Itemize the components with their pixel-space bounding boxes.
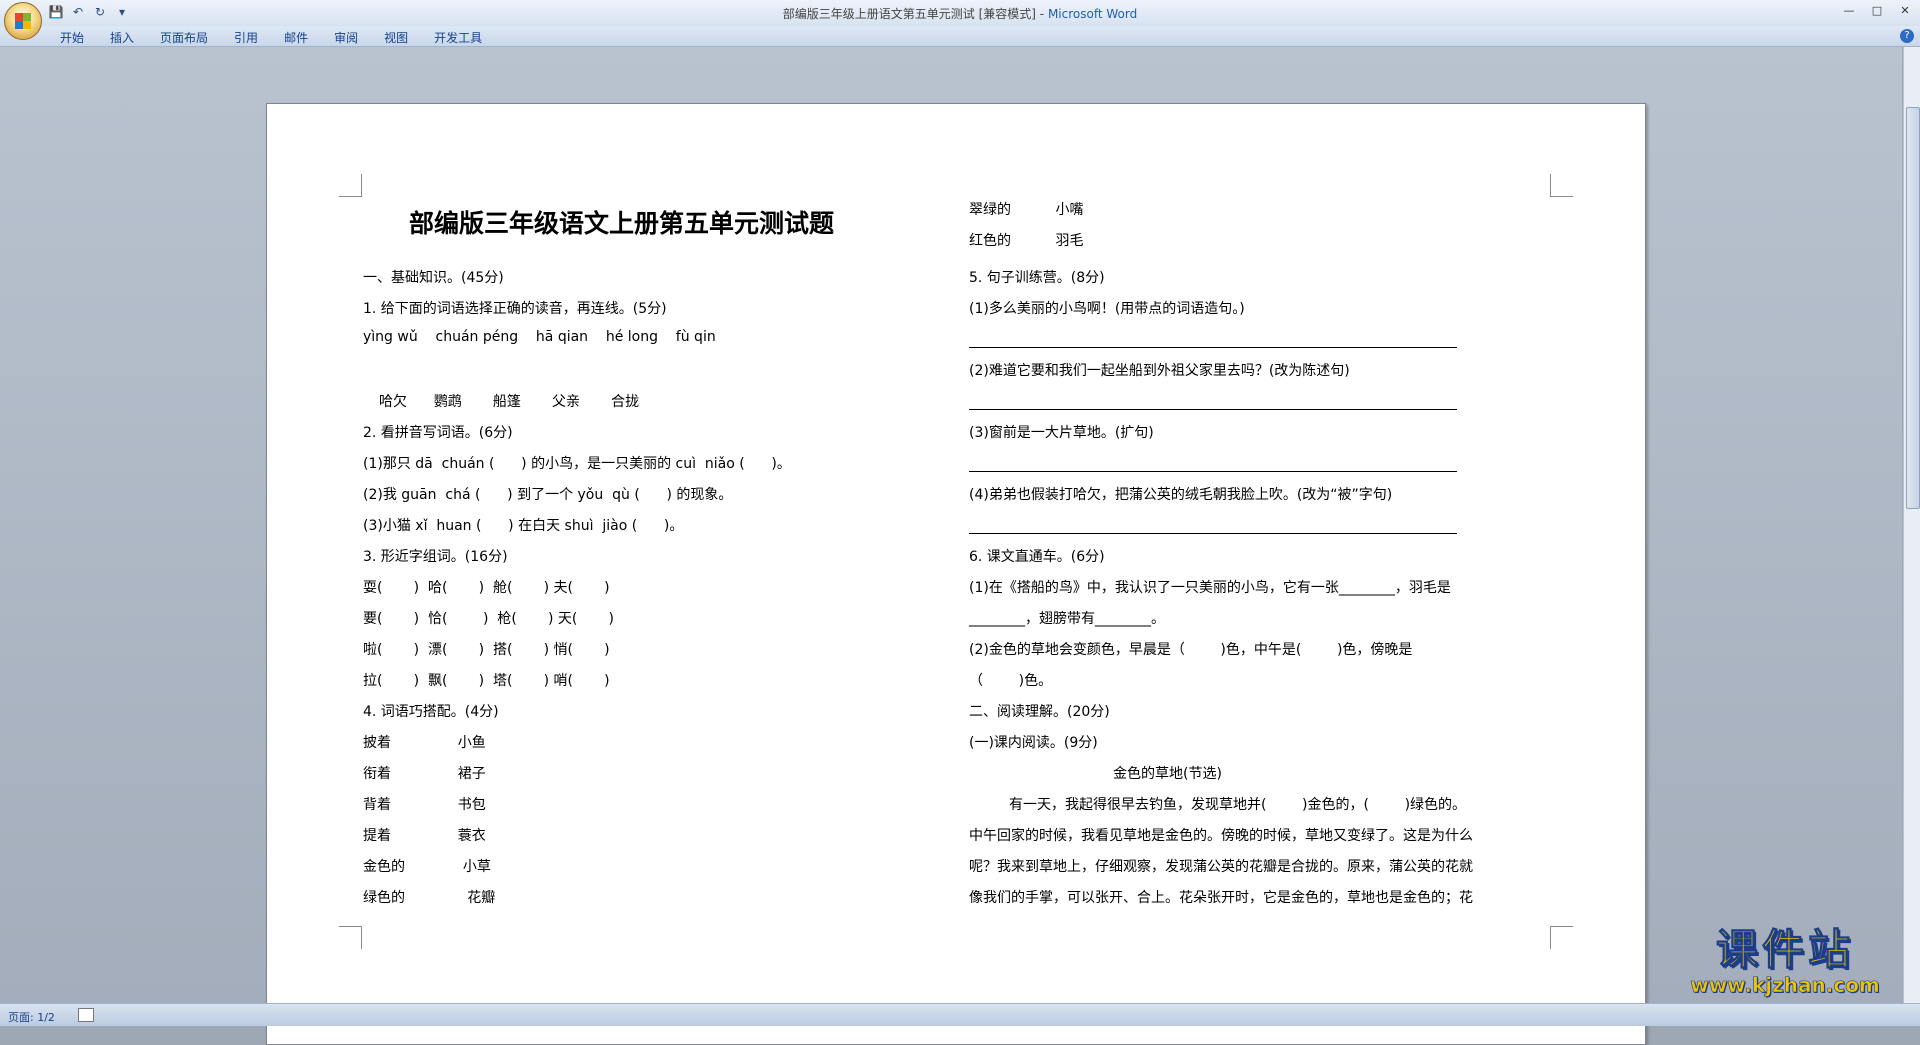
tab-references[interactable]: 引用 xyxy=(234,29,258,46)
tab-mailings[interactable]: 邮件 xyxy=(284,29,308,46)
office-logo-icon xyxy=(15,13,31,29)
tab-review[interactable]: 审阅 xyxy=(334,29,358,46)
question-item: (3)窗前是一大片草地。(扩句) xyxy=(969,425,1154,441)
question-item: （ )色。 xyxy=(969,673,1053,689)
match-row: 红色的 羽毛 xyxy=(969,233,1084,249)
title-separator: - xyxy=(1035,7,1048,21)
scrollbar-thumb[interactable] xyxy=(1906,107,1920,509)
question-heading: 5. 句子训练营。(8分) xyxy=(969,270,1105,286)
question-item: ________，翅膀带有________。 xyxy=(969,611,1165,627)
match-row: 披着 小鱼 xyxy=(363,735,486,751)
char-group-row: 要( ) 恰( ) 枪( ) 天( ) xyxy=(363,611,615,627)
minimize-icon[interactable]: — xyxy=(1840,3,1858,19)
margin-mark-top-left xyxy=(339,174,362,197)
question-heading: 4. 词语巧搭配。(4分) xyxy=(363,704,499,720)
match-row: 翠绿的 小嘴 xyxy=(969,202,1084,218)
title-bar: 💾 ↶ ↻ ▾ 部编版三年级上册语文第五单元测试 [兼容模式] - Micros… xyxy=(0,0,1920,40)
margin-mark-bottom-right xyxy=(1550,926,1573,949)
sub-heading: (一)课内阅读。(9分) xyxy=(969,735,1098,751)
question-item: (2)金色的草地会变颜色，早晨是（ )色，中午是( )色，傍晚是 xyxy=(969,642,1413,658)
question-item: (1)多么美丽的小鸟啊！(用带点的词语造句。) xyxy=(969,301,1245,317)
pinyin-line: yìng wǔ chuán péng hā qian hé long fù qi… xyxy=(363,329,716,345)
passage-title: 金色的草地(节选) xyxy=(1113,766,1222,782)
question-item: (1)那只 dā chuán ( ) 的小鸟，是一只美丽的 cuì niǎo (… xyxy=(363,456,791,472)
tab-developer[interactable]: 开发工具 xyxy=(434,29,482,46)
document-page[interactable]: 部编版三年级语文上册第五单元测试题 一、基础知识。(45分) 1. 给下面的词语… xyxy=(266,103,1646,1045)
window-title: 部编版三年级上册语文第五单元测试 [兼容模式] - Microsoft Word xyxy=(0,5,1920,22)
char-group-row: 耍( ) 哈( ) 舱( ) 夫( ) xyxy=(363,580,610,596)
tab-page-layout[interactable]: 页面布局 xyxy=(160,29,208,46)
question-heading: 2. 看拼音写词语。(6分) xyxy=(363,425,513,441)
tab-insert[interactable]: 插入 xyxy=(110,29,134,46)
section-heading: 二、阅读理解。(20分) xyxy=(969,704,1110,720)
question-heading: 1. 给下面的词语选择正确的读音，再连线。(5分) xyxy=(363,301,667,317)
document-name: 部编版三年级上册语文第五单元测试 [兼容模式] xyxy=(782,7,1036,21)
match-row: 金色的 小草 xyxy=(363,859,491,875)
match-row: 绿色的 花瓣 xyxy=(363,890,496,906)
passage-line: 有一天，我起得很早去钓鱼，发现草地并( )金色的，( )绿色的。 xyxy=(1009,797,1467,813)
proofing-icon[interactable] xyxy=(78,1008,94,1022)
vertical-scrollbar[interactable] xyxy=(1903,47,1920,1003)
margin-mark-bottom-left xyxy=(339,926,362,949)
help-icon[interactable]: ? xyxy=(1900,29,1914,43)
word-line: 哈欠 鹦鹉 船篷 父亲 合拢 xyxy=(379,394,640,410)
answer-line[interactable] xyxy=(969,515,1457,534)
question-heading: 6. 课文直通车。(6分) xyxy=(969,549,1105,565)
close-icon[interactable]: ✕ xyxy=(1896,3,1914,19)
app-name: Microsoft Word xyxy=(1047,7,1138,21)
match-row: 衔着 裙子 xyxy=(363,766,486,782)
char-group-row: 拉( ) 飘( ) 塔( ) 哨( ) xyxy=(363,673,610,689)
window-controls: — □ ✕ xyxy=(1840,3,1914,19)
page-count[interactable]: 页面: 1/2 xyxy=(8,1009,55,1025)
passage-line: 像我们的手掌，可以张开、合上。花朵张开时，它是金色的，草地也是金色的；花 xyxy=(969,890,1473,906)
question-item: (4)弟弟也假装打哈欠，把蒲公英的绒毛朝我脸上吹。(改为“被”字句) xyxy=(969,487,1393,503)
document-workspace: 部编版三年级语文上册第五单元测试题 一、基础知识。(45分) 1. 给下面的词语… xyxy=(0,47,1902,1045)
char-group-row: 啦( ) 漂( ) 搭( ) 悄( ) xyxy=(363,642,610,658)
watermark-url: www.kjzhan.com xyxy=(1690,973,1880,997)
question-item: (3)小猫 xǐ huan ( ) 在白天 shuì jiào ( )。 xyxy=(363,518,684,534)
margin-mark-top-right xyxy=(1550,174,1573,197)
tab-home[interactable]: 开始 xyxy=(60,29,84,46)
passage-line: 呢？我来到草地上，仔细观察，发现蒲公英的花瓣是合拢的。原来，蒲公英的花就 xyxy=(969,859,1473,875)
question-heading: 3. 形近字组词。(16分) xyxy=(363,549,508,565)
question-item: (2)难道它要和我们一起坐船到外祖父家里去吗？(改为陈述句) xyxy=(969,363,1350,379)
passage-line: 中午回家的时候，我看见草地是金色的。傍晚的时候，草地又变绿了。这是为什么 xyxy=(969,828,1473,844)
answer-line[interactable] xyxy=(969,329,1457,348)
match-row: 提着 蓑衣 xyxy=(363,828,486,844)
section-heading: 一、基础知识。(45分) xyxy=(363,270,504,286)
answer-line[interactable] xyxy=(969,391,1457,410)
office-button[interactable] xyxy=(4,2,42,40)
tab-view[interactable]: 视图 xyxy=(384,29,408,46)
match-row: 背着 书包 xyxy=(363,797,486,813)
question-item: (1)在《搭船的鸟》中，我认识了一只美丽的小鸟，它有一张________，羽毛是 xyxy=(969,580,1451,596)
ribbon: 开始 插入 页面布局 引用 邮件 审阅 视图 开发工具 ? xyxy=(0,26,1920,47)
document-title: 部编版三年级语文上册第五单元测试题 xyxy=(409,209,835,238)
ribbon-tabs: 开始 插入 页面布局 引用 邮件 审阅 视图 开发工具 xyxy=(60,29,482,46)
answer-line[interactable] xyxy=(969,453,1457,472)
watermark-text: 课件站 xyxy=(1715,925,1854,974)
maximize-icon[interactable]: □ xyxy=(1868,3,1886,19)
status-bar: 页面: 1/2 xyxy=(0,1003,1920,1026)
question-item: (2)我 guān chá ( ) 到了一个 yǒu qù ( ) 的现象。 xyxy=(363,487,733,503)
watermark-logo: 课件站 www.kjzhan.com xyxy=(1670,925,1900,997)
